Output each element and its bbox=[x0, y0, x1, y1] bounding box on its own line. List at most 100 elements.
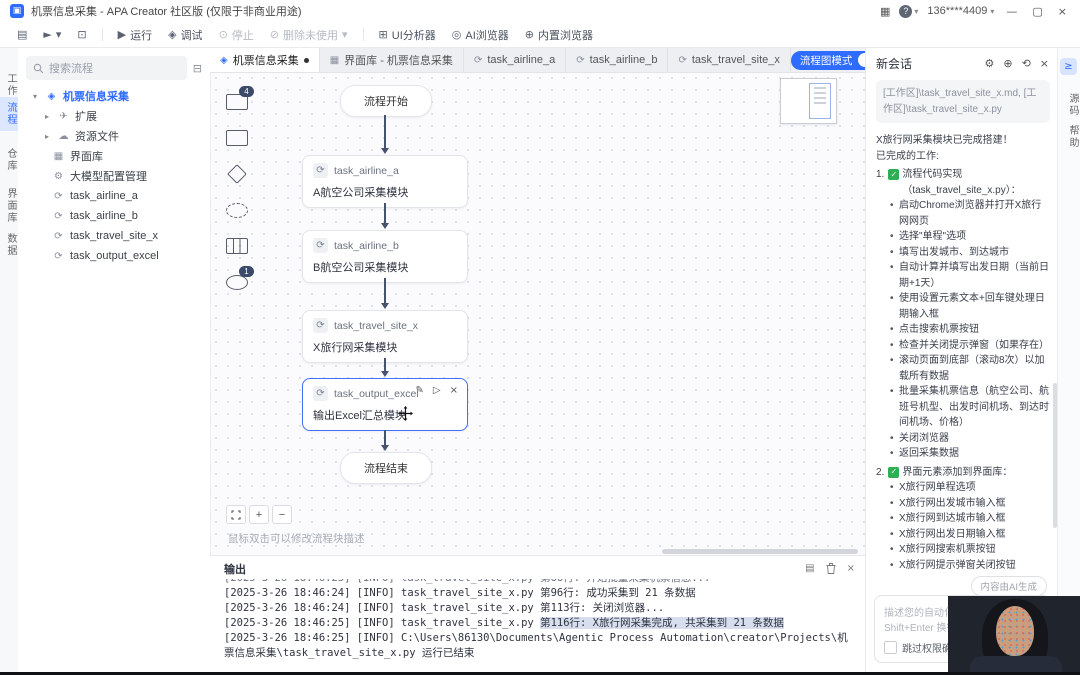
flow-node-task-travel-site-x[interactable]: ⟳ task_travel_site_x X旅行网采集模块 bbox=[302, 310, 468, 363]
account-menu[interactable]: 136****4409 ▾ bbox=[927, 5, 994, 17]
flowchart-canvas[interactable]: 4 1 流程开始 ⟳ task_airline_a A航空公司采集模块 ⟳ task… bbox=[210, 72, 865, 555]
rail-tab-help[interactable]: 帮助 bbox=[1058, 125, 1080, 149]
palette-ellipse-tool[interactable] bbox=[224, 200, 250, 220]
chat-bullet: 检查并关闭提示弹窗（如果存在） bbox=[890, 338, 1050, 354]
maximize-button[interactable]: ▢ bbox=[1029, 5, 1045, 18]
block-count-badge: 4 bbox=[239, 86, 254, 97]
tree-item-resources[interactable]: ▸ ☁ 资源文件 bbox=[18, 126, 210, 146]
tree-item-task-travel-site-x[interactable]: ⟳ task_travel_site_x bbox=[18, 226, 210, 246]
tree-item-extensions[interactable]: ▸ ✈ 扩展 bbox=[18, 106, 210, 126]
ai-chat-panel: 新会话 ⚙ ⊕ ⟲ × [工作区]\task_travel_site_x.md,… bbox=[865, 48, 1059, 675]
remove-unused-icon: ⊘ bbox=[269, 28, 279, 41]
node-description: B航空公司采集模块 bbox=[313, 262, 409, 274]
editor-tab-bar: ◈ 机票信息采集 ▦ 界面库 - 机票信息采集 ⟳ task_airline_a… bbox=[210, 48, 876, 73]
tree-item-task-output-excel[interactable]: ⟳ task_output_excel bbox=[18, 246, 210, 266]
palette-group-tool[interactable]: 1 bbox=[224, 266, 254, 292]
tree-item-task-airline-b[interactable]: ⟳ task_airline_b bbox=[18, 206, 210, 226]
node-palette: 4 1 bbox=[224, 86, 254, 292]
flow-end-node[interactable]: 流程结束 bbox=[340, 452, 432, 484]
left-rail: 工作区 流程 仓库 界面库 数据 bbox=[0, 48, 19, 675]
flow-node-task-output-excel[interactable]: ⟳ task_output_excel 输出Excel汇总模块 ✎ ▷ × bbox=[302, 378, 468, 431]
flow-node-task-airline-a[interactable]: ⟳ task_airline_a A航空公司采集模块 bbox=[302, 155, 468, 208]
rail-tab-data[interactable]: 数据 bbox=[0, 228, 18, 262]
new-chat-icon[interactable]: ⊕ bbox=[1003, 57, 1012, 70]
delete-node-icon[interactable]: × bbox=[450, 385, 458, 396]
apps-grid-icon[interactable]: ▦ bbox=[880, 5, 890, 18]
search-input[interactable]: 搜索流程 bbox=[26, 56, 187, 80]
chat-bullet: X旅行网搜索机票按钮 bbox=[890, 542, 1050, 558]
chevron-down-icon: ▾ bbox=[990, 6, 995, 16]
ui-analyzer-button[interactable]: ⊞ UI分析器 bbox=[372, 25, 443, 45]
rail-tab-ui-lib[interactable]: 界面库 bbox=[0, 183, 18, 229]
log-output[interactable]: [2025-3-26 18:46:23] [INFO] task_travel_… bbox=[224, 579, 855, 671]
tree-item-project[interactable]: ▾ ◈ 机票信息采集 bbox=[18, 86, 210, 106]
ai-browser-icon: ◎ bbox=[451, 28, 462, 41]
node-description: A航空公司采集模块 bbox=[313, 187, 409, 199]
chat-bullet: 自动计算并填写出发日期（当前日期+1天） bbox=[890, 260, 1050, 291]
ui-analyzer-icon: ⊞ bbox=[378, 28, 388, 41]
tab-task-travel-site-x[interactable]: ⟳ task_travel_site_x bbox=[668, 48, 791, 72]
task-module-icon: ⟳ bbox=[313, 386, 328, 401]
diamond-shape-icon bbox=[227, 164, 247, 184]
resource-folder-icon: ☁ bbox=[58, 130, 69, 142]
collapse-panel-icon[interactable]: ⊟ bbox=[193, 62, 202, 75]
edit-node-icon[interactable]: ✎ bbox=[416, 385, 424, 396]
tab-task-airline-a[interactable]: ⟳ task_airline_a bbox=[464, 48, 567, 72]
close-button[interactable]: × bbox=[1055, 5, 1070, 18]
builtin-browser-button[interactable]: ⊕ 内置浏览器 bbox=[518, 25, 600, 45]
flow-start-node[interactable]: 流程开始 bbox=[340, 85, 432, 117]
canvas-horizontal-scrollbar[interactable] bbox=[210, 549, 865, 554]
gear-icon[interactable]: ⚙ bbox=[984, 57, 994, 70]
rail-tab-flow[interactable]: 流程 bbox=[0, 97, 18, 131]
zoom-out-button[interactable]: − bbox=[272, 505, 292, 524]
right-rail: ≥ 源码 帮助 bbox=[1057, 48, 1080, 675]
scrollbar-thumb[interactable] bbox=[661, 549, 859, 554]
tab-flowchart[interactable]: ◈ 机票信息采集 bbox=[210, 48, 320, 72]
tab-task-airline-b[interactable]: ⟳ task_airline_b bbox=[566, 48, 669, 72]
skip-confirm-checkbox[interactable] bbox=[884, 641, 897, 654]
tab-ui-library[interactable]: ▦ 界面库 - 机票信息采集 bbox=[320, 48, 464, 72]
history-icon[interactable]: ⟲ bbox=[1022, 57, 1031, 70]
webcam-face bbox=[996, 606, 1034, 656]
export-button[interactable]: ⊡ bbox=[70, 26, 93, 43]
stop-button[interactable]: ⊙ 停止 bbox=[212, 25, 261, 45]
chat-messages[interactable]: [工作区]\task_travel_site_x.md, [工作区]\task_… bbox=[876, 80, 1050, 570]
window-title: 机票信息采集 - APA Creator 社区版 (仅限于非商业用途) bbox=[31, 6, 302, 18]
run-node-icon[interactable]: ▷ bbox=[433, 385, 441, 396]
project-icon: ◈ bbox=[47, 90, 56, 102]
close-output-icon[interactable]: × bbox=[847, 563, 855, 574]
rail-tab-repo[interactable]: 仓库 bbox=[0, 143, 18, 177]
help-menu[interactable]: ? ▾ bbox=[899, 4, 918, 18]
tree-item-ui-library[interactable]: ▦ 界面库 bbox=[18, 146, 210, 166]
rail-tab-source[interactable]: 源码 bbox=[1058, 93, 1080, 117]
palette-rect-tool[interactable] bbox=[224, 128, 250, 148]
debug-button[interactable]: ◈ 调试 bbox=[161, 25, 209, 45]
chat-bullet: 选择"单程"选项 bbox=[890, 229, 1050, 245]
minimap[interactable] bbox=[780, 78, 837, 124]
flow-node-task-airline-b[interactable]: ⟳ task_airline_b B航空公司采集模块 bbox=[302, 230, 468, 283]
tree-item-llm-config[interactable]: ⚙ 大模型配置管理 bbox=[18, 166, 210, 186]
palette-diamond-tool[interactable] bbox=[224, 164, 250, 184]
tree-item-task-airline-a[interactable]: ⟳ task_airline_a bbox=[18, 186, 210, 206]
palette-table-tool[interactable] bbox=[224, 236, 250, 256]
fit-view-button[interactable] bbox=[226, 505, 246, 524]
close-chat-icon[interactable]: × bbox=[1040, 57, 1049, 70]
minimize-button[interactable]: — bbox=[1003, 5, 1020, 18]
run-button[interactable]: ▶ 运行 bbox=[111, 25, 159, 45]
palette-block-tool[interactable]: 4 bbox=[224, 86, 254, 112]
webcam-shoulders bbox=[970, 656, 1062, 672]
flowchart-mode-toggle[interactable]: 流程图模式 bbox=[790, 50, 876, 70]
chat-bullet: 使用设置元素文本+回车键处理日期输入框 bbox=[890, 291, 1050, 322]
clear-log-icon[interactable] bbox=[826, 563, 836, 574]
ai-assistant-icon[interactable]: ≥ bbox=[1060, 58, 1077, 75]
zoom-in-button[interactable]: + bbox=[249, 505, 269, 524]
ai-browser-button[interactable]: ◎ AI浏览器 bbox=[445, 25, 516, 45]
remove-unused-button[interactable]: ⊘ 删除未使用 ▾ bbox=[263, 25, 355, 45]
chevron-right-icon: ▸ bbox=[44, 131, 49, 141]
publish-button[interactable]: ► ▾ bbox=[36, 26, 68, 43]
rectangle-shape-icon bbox=[226, 130, 248, 146]
save-log-icon[interactable]: ▤ bbox=[805, 563, 814, 574]
save-button[interactable]: ▤ bbox=[10, 26, 34, 43]
chevron-down-icon: ▾ bbox=[32, 91, 37, 101]
log-line: [2025-3-26 18:46:23] [INFO] task_travel_… bbox=[224, 579, 855, 586]
